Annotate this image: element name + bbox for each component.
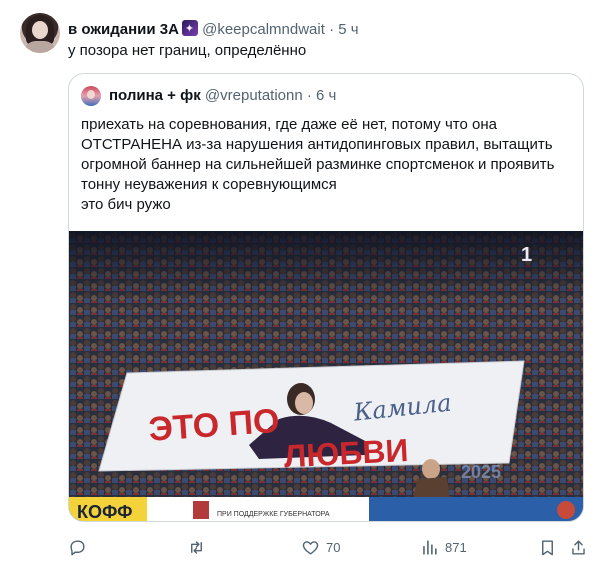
views-icon bbox=[423, 539, 437, 555]
views-count: 871 bbox=[445, 539, 467, 555]
retweet-button[interactable] bbox=[187, 536, 206, 558]
tweet-header: в ожидании 3А @keepcalmndwait · 5 ч bbox=[68, 20, 359, 39]
quote-text-line: тонну неуважения к соревнующимся bbox=[81, 176, 337, 193]
share-button[interactable] bbox=[569, 536, 588, 558]
bookmark-button[interactable] bbox=[538, 536, 557, 558]
like-button[interactable]: 70 bbox=[301, 536, 340, 558]
share-icon bbox=[572, 539, 585, 555]
quote-text-line: огромной баннер на сильнейшей разминке с… bbox=[81, 156, 555, 173]
year-text: 2025 bbox=[461, 462, 501, 482]
separator-dot: · bbox=[306, 87, 312, 104]
board-logo: КОФФ bbox=[77, 502, 132, 522]
author-name[interactable]: в ожидании 3А bbox=[68, 21, 179, 38]
quote-text: приехать на соревнования, где даже её не… bbox=[81, 115, 571, 215]
avatar-body bbox=[24, 41, 56, 53]
quote-header: полина + фк @vreputationn · 6 ч bbox=[109, 87, 336, 105]
action-bar: 70 871 bbox=[68, 536, 590, 558]
tweet-time[interactable]: 5 ч bbox=[338, 21, 358, 38]
reply-button[interactable] bbox=[68, 536, 87, 558]
quote-time[interactable]: 6 ч bbox=[316, 87, 336, 104]
separator-dot: · bbox=[329, 21, 335, 38]
avatar-face bbox=[32, 21, 48, 39]
quote-text-line: это бич ружо bbox=[81, 196, 171, 213]
author-avatar[interactable] bbox=[20, 13, 60, 53]
heart-icon bbox=[302, 540, 319, 555]
quote-author-avatar[interactable] bbox=[81, 86, 101, 106]
views-button[interactable]: 871 bbox=[420, 536, 467, 558]
channel-logo: 1 bbox=[521, 244, 532, 266]
bookmark-icon bbox=[542, 539, 553, 555]
arena-photo: 1 ЭТО ПО Камила ЛЮБВИ 2025 КОФФ ПРИ ПОДД… bbox=[69, 231, 583, 522]
tweet-text: у позора нет границ, определённо bbox=[68, 42, 307, 59]
retweet-icon bbox=[191, 540, 202, 554]
quote-text-line: ОТСТРАНЕНА из-за нарушения антидопинговы… bbox=[81, 136, 553, 153]
author-handle[interactable]: @keepcalmndwait bbox=[202, 21, 325, 38]
sparkle-emoji-icon bbox=[181, 20, 198, 38]
reply-icon bbox=[70, 539, 85, 555]
banner-text-bottom: ЛЮБВИ bbox=[283, 432, 409, 474]
quote-media-image[interactable]: 1 ЭТО ПО Камила ЛЮБВИ 2025 КОФФ ПРИ ПОДД… bbox=[69, 231, 583, 522]
quote-author-name[interactable]: полина + фк bbox=[109, 87, 201, 104]
quote-text-line: приехать на соревнования, где даже её не… bbox=[81, 116, 497, 133]
quoted-tweet[interactable]: полина + фк @vreputationn · 6 ч приехать… bbox=[68, 73, 584, 522]
like-count: 70 bbox=[326, 539, 341, 555]
quote-author-handle[interactable]: @vreputationn bbox=[205, 87, 303, 104]
tweet[interactable]: в ожидании 3А @keepcalmndwait · 5 ч у по… bbox=[0, 0, 598, 565]
board-text: ПРИ ПОДДЕРЖКЕ ГУБЕРНАТОРА bbox=[217, 511, 330, 518]
